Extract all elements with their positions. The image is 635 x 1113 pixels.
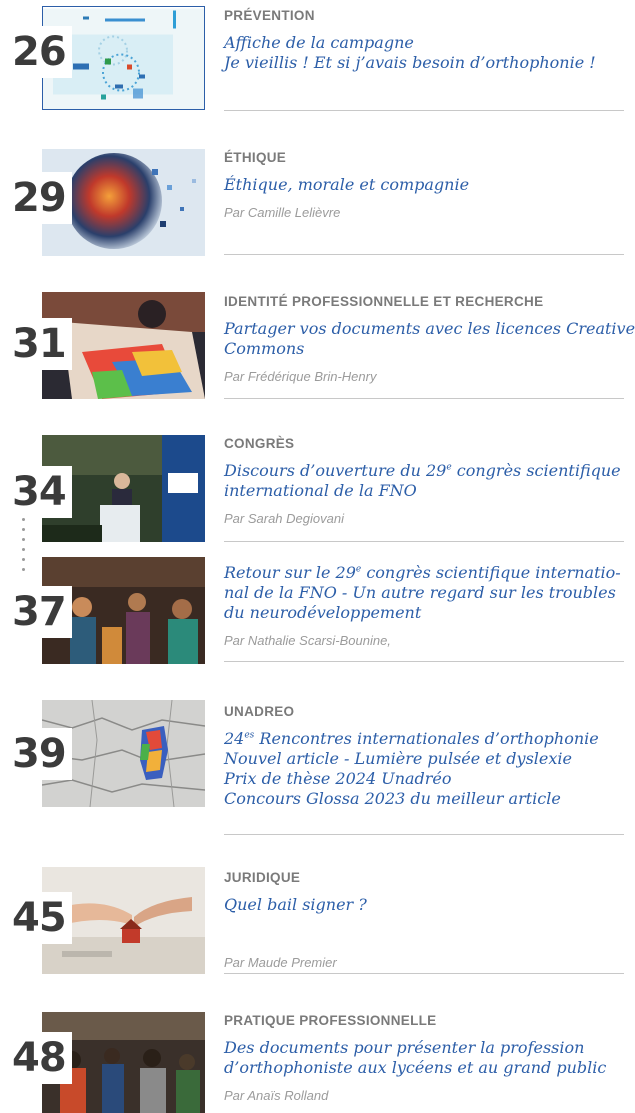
page-number: 29 <box>6 172 72 224</box>
author: Par Maude Premier <box>224 955 337 970</box>
article-title[interactable]: Affiche de la campagne Je vieillis ! Et … <box>224 33 625 73</box>
author: Par Camille Lelièvre <box>224 205 341 220</box>
divider <box>224 110 624 111</box>
page-number: 34 <box>6 466 72 518</box>
article-title[interactable]: Discours d’ouverture du 29e congrès scie… <box>224 461 625 501</box>
section-category: PRATIQUE PROFESSIONNELLE <box>224 1013 437 1028</box>
author: Par Sarah Degiovani <box>224 511 344 526</box>
section-category: JURIDIQUE <box>224 870 301 885</box>
divider <box>224 834 624 835</box>
section-category: PRÉVENTION <box>224 8 315 23</box>
page-number: 26 <box>6 26 72 78</box>
page-number: 31 <box>6 318 72 370</box>
article-title[interactable]: Retour sur le 29e congrès scientifique i… <box>224 563 625 623</box>
article-title[interactable]: Quel bail signer ? <box>224 895 625 915</box>
section-category: UNADREO <box>224 704 295 719</box>
author: Par Nathalie Scarsi-Bounine, <box>224 633 391 648</box>
page-number: 37 <box>6 586 72 638</box>
article-title[interactable]: Partager vos documents avec les licences… <box>224 319 635 359</box>
article-title[interactable]: 24es Rencontres internationales d’orthop… <box>224 729 625 809</box>
article-title[interactable]: Des documents pour présenter la professi… <box>224 1038 625 1078</box>
page-number: 45 <box>6 892 72 944</box>
divider <box>224 398 624 399</box>
continuation-dots <box>22 518 26 578</box>
author: Par Anaïs Rolland <box>224 1088 329 1103</box>
divider <box>224 973 624 974</box>
section-category: ÉTHIQUE <box>224 150 287 165</box>
section-category: IDENTITÉ PROFESSIONNELLE ET RECHERCHE <box>224 294 544 309</box>
page-number: 48 <box>6 1032 72 1084</box>
page-number: 39 <box>6 728 72 780</box>
article-title[interactable]: Éthique, morale et compagnie <box>224 175 625 195</box>
divider <box>224 541 624 542</box>
divider <box>224 254 624 255</box>
author: Par Frédérique Brin-Henry <box>224 369 377 384</box>
section-category: CONGRÈS <box>224 436 295 451</box>
divider <box>224 661 624 662</box>
